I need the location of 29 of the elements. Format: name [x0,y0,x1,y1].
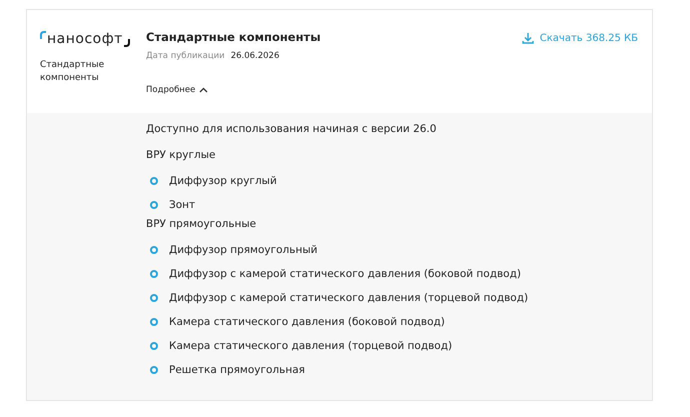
list-item: Камера статического давления (боковой подвод) [169,316,445,328]
logo-corner-icon [40,31,46,39]
logo-text: нанософт [47,31,123,47]
list-item: Диффузор круглый [169,175,277,187]
list-item: Камера статического давления (торцевой подвод) [169,340,452,352]
logo-hook-icon [124,39,130,47]
bullet-icon [150,318,158,326]
date-label: Дата публикации [146,51,225,61]
list-item: Диффузор прямоугольный [169,244,318,256]
logo-caption: Стандартные компоненты [40,59,106,85]
date-value: 26.06.2026 [230,51,280,61]
list-item: Диффузор с камерой статического давления (торцевой подвод) [169,292,528,304]
bullet-icon [150,201,158,209]
bullet-icon [150,246,158,254]
availability-note: Доступно для использования начиная с версии 26.0 [146,123,438,136]
component-title: Стандартные компоненты [146,30,322,44]
group-heading: ВРУ круглые [146,149,216,162]
list-item: Зонт [169,199,196,211]
list-item: Решетка прямоугольная [169,364,305,376]
bullet-icon [150,270,158,278]
list-item: Диффузор с камерой статического давления (боковой подвод) [169,268,521,280]
bullet-icon [150,294,158,302]
chevron-icon [199,86,208,94]
bullet-icon [150,366,158,374]
group-heading: ВРУ прямоугольные [146,218,258,231]
download-icon [522,32,534,44]
details-toggle[interactable]: Подробнее [146,85,208,95]
bullet-icon [150,177,158,185]
bullet-icon [150,342,158,350]
